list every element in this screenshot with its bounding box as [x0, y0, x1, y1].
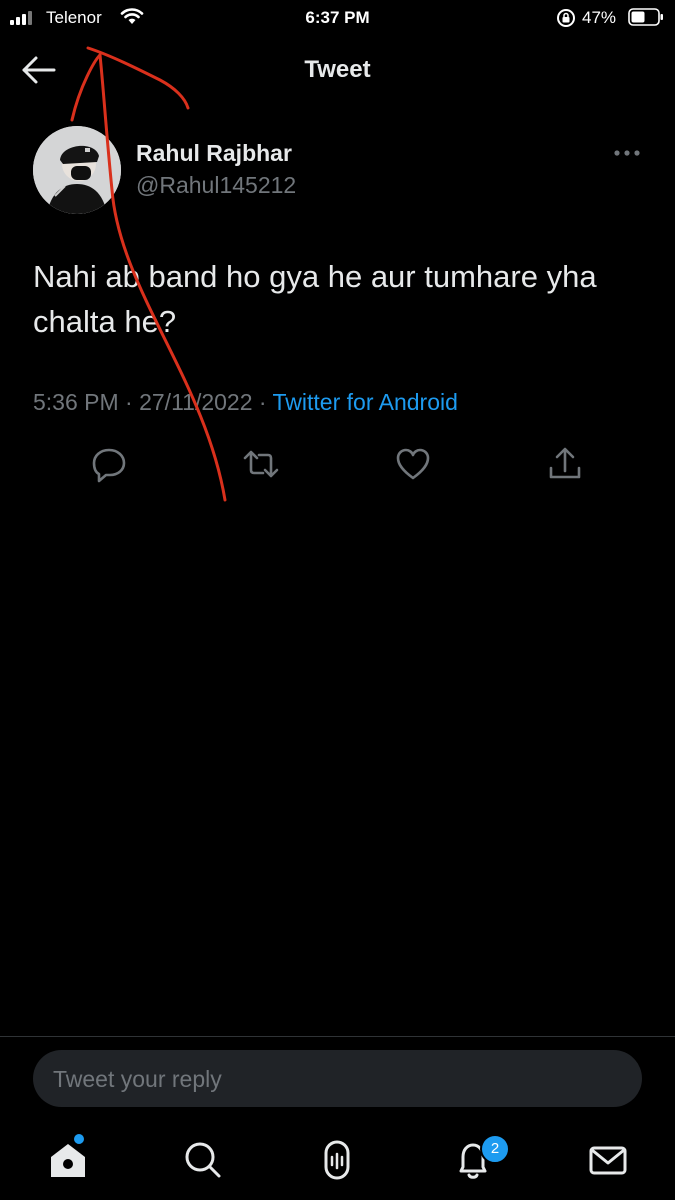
battery-icon	[628, 8, 663, 26]
spaces-icon[interactable]	[312, 1135, 362, 1185]
more-options-icon[interactable]	[612, 144, 642, 162]
notification-badge: 2	[480, 1134, 510, 1164]
like-icon[interactable]	[393, 444, 433, 484]
tweet-text: Nahi ab band ho gya he aur tumhare yha c…	[33, 259, 597, 339]
retweet-icon[interactable]	[241, 444, 281, 484]
tweet-actions	[0, 444, 675, 484]
messages-icon[interactable]	[583, 1135, 633, 1185]
avatar-image	[33, 126, 121, 214]
reply-placeholder: Tweet your reply	[53, 1066, 222, 1092]
search-icon[interactable]	[178, 1135, 228, 1185]
reply-input[interactable]: Tweet your reply	[33, 1050, 642, 1107]
divider	[0, 1036, 675, 1037]
tweet-metadata: 5:36 PM · 27/11/2022 · Twitter for Andro…	[33, 389, 458, 416]
tweet-source-link[interactable]: Twitter for Android	[273, 389, 458, 415]
home-unread-dot	[74, 1134, 84, 1144]
tweet-timestamp: 5:36 PM · 27/11/2022 ·	[33, 389, 273, 415]
avatar[interactable]	[33, 126, 121, 214]
author-handle[interactable]: @Rahul145212	[136, 172, 296, 199]
battery-percent: 47%	[582, 8, 617, 27]
home-icon[interactable]	[43, 1135, 93, 1185]
author-name[interactable]: Rahul Rajbhar	[136, 140, 292, 167]
page-title: Tweet	[304, 56, 371, 83]
top-header: Tweet	[0, 40, 675, 100]
reply-icon[interactable]	[89, 444, 129, 484]
status-bar: Telenor 6:37 PM 47%	[0, 0, 675, 36]
share-icon[interactable]	[545, 444, 585, 484]
bottom-tab-bar	[0, 1125, 675, 1200]
orientation-lock-icon	[557, 9, 575, 27]
